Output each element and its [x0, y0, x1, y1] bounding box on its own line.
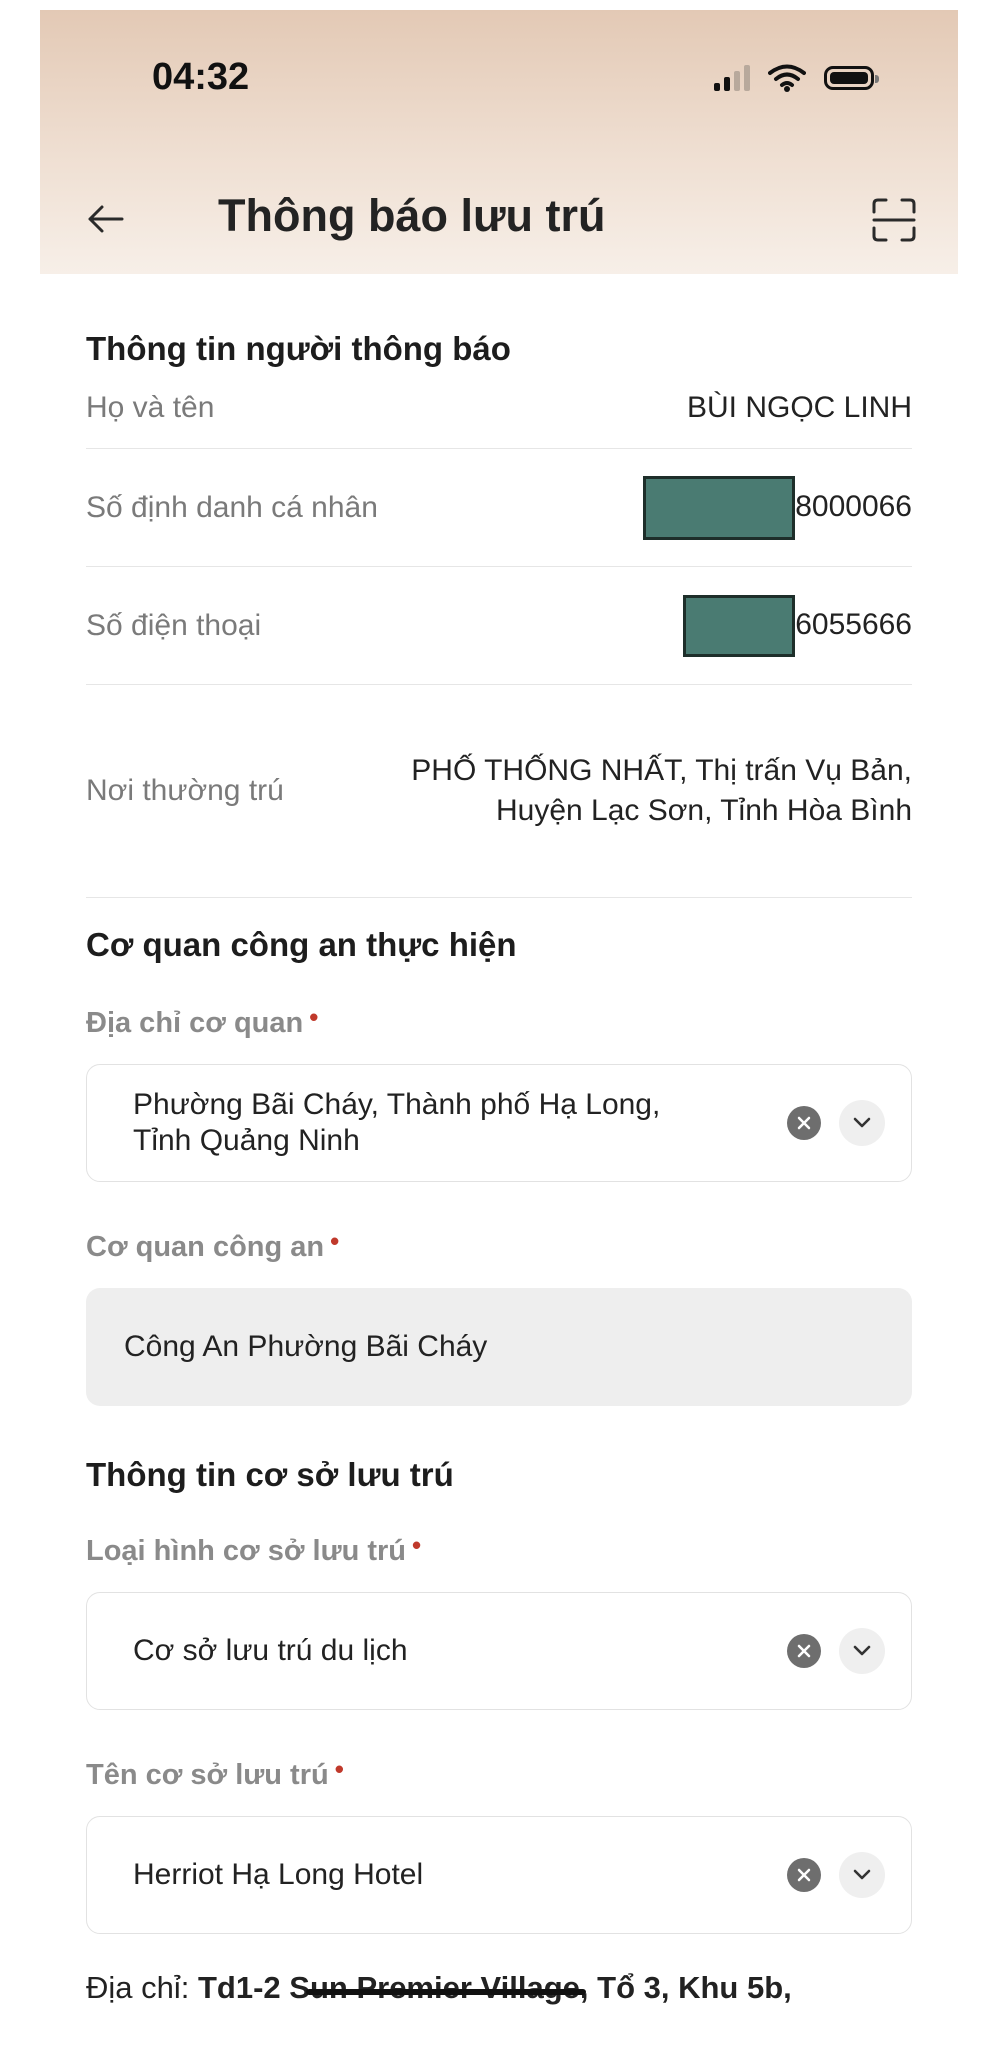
- scan-icon: [872, 198, 916, 242]
- section-title-accommodation: Thông tin cơ sở lưu trú: [86, 1456, 454, 1493]
- permanent-address-line2: Huyện Lạc Sơn, Tỉnh Hòa Bình: [495, 794, 912, 827]
- clear-icon[interactable]: [787, 1634, 821, 1668]
- agency-address-line1: Phường Bãi Cháy, Thành phố Hạ Long,: [133, 1088, 661, 1121]
- police-station-field: Công An Phường Bãi Cháy: [86, 1288, 912, 1406]
- wifi-icon: [768, 64, 806, 92]
- required-marker: •: [309, 1002, 319, 1032]
- back-button[interactable]: [78, 192, 132, 246]
- cellular-signal-icon: [714, 65, 750, 91]
- accommodation-name-select[interactable]: Herriot Hạ Long Hotel: [86, 1816, 912, 1934]
- chevron-down-icon: [853, 1117, 871, 1128]
- x-icon: [797, 1116, 811, 1130]
- x-icon: [797, 1644, 811, 1658]
- row-phone: Số điện thoại 6055666: [86, 567, 912, 685]
- full-name-label: Họ và tên: [86, 391, 215, 424]
- row-full-name: Họ và tên BÙI NGỌC LINH: [86, 368, 912, 449]
- chevron-down-button[interactable]: [839, 1852, 885, 1898]
- accommodation-name-label-text: Tên cơ sở lưu trú: [86, 1759, 329, 1791]
- redaction-block: [643, 475, 796, 540]
- agency-address-label-text: Địa chỉ cơ quan: [86, 1007, 304, 1039]
- address-prefix: Địa chỉ:: [86, 1970, 190, 2005]
- section-title-notifier: Thông tin người thông báo: [86, 330, 511, 367]
- accommodation-type-select[interactable]: Cơ sở lưu trú du lịch: [86, 1592, 912, 1710]
- form-content: Thông tin người thông báo Họ và tên BÙI …: [86, 274, 912, 2006]
- chevron-down-button[interactable]: [839, 1628, 885, 1674]
- header-bar: 04:32 Thông báo lưu trú: [40, 10, 958, 274]
- battery-icon: [824, 66, 879, 90]
- select-actions: [787, 1628, 885, 1674]
- address-part-1: Td1-2 S: [198, 1970, 310, 2005]
- x-icon: [797, 1868, 811, 1882]
- police-station-value: Công An Phường Bãi Cháy: [124, 1330, 488, 1363]
- clear-icon[interactable]: [787, 1858, 821, 1892]
- status-icons: [714, 64, 879, 92]
- page-title: Thông báo lưu trú: [218, 190, 606, 241]
- accommodation-type-label-text: Loại hình cơ sở lưu trú: [86, 1535, 407, 1567]
- chevron-down-icon: [853, 1645, 871, 1656]
- status-time: 04:32: [152, 56, 250, 98]
- required-marker: •: [334, 1754, 344, 1784]
- accommodation-name-label: Tên cơ sở lưu trú •: [86, 1754, 912, 1792]
- required-marker: •: [330, 1226, 340, 1256]
- police-station-label-text: Cơ quan công an: [86, 1231, 325, 1263]
- phone-label: Số điện thoại: [86, 608, 262, 642]
- id-number-field: 8000066: [643, 475, 912, 540]
- permanent-address-value: PHỐ THỐNG NHẤT, Thị trấn Vụ Bản, Huyện L…: [411, 751, 912, 831]
- accommodation-name-value: Herriot Hạ Long Hotel: [133, 1858, 424, 1891]
- scan-button[interactable]: [864, 190, 924, 250]
- arrow-left-icon: [88, 205, 124, 233]
- redaction-block: [683, 594, 796, 657]
- permanent-address-label: Nơi thường trú: [86, 774, 284, 807]
- id-number-label: Số định danh cá nhân: [86, 490, 378, 524]
- required-marker: •: [412, 1530, 422, 1560]
- section-title-police: Cơ quan công an thực hiện: [86, 926, 517, 963]
- row-permanent-address: Nơi thường trú PHỐ THỐNG NHẤT, Thị trấn …: [86, 685, 912, 898]
- select-actions: [787, 1100, 885, 1146]
- chevron-down-button[interactable]: [839, 1100, 885, 1146]
- phone-value: 6055666: [795, 607, 912, 641]
- phone-field: 6055666: [683, 594, 912, 657]
- agency-address-value: Phường Bãi Cháy, Thành phố Hạ Long, Tỉnh…: [133, 1087, 660, 1159]
- police-station-label: Cơ quan công an •: [86, 1226, 912, 1264]
- agency-address-label: Địa chỉ cơ quan •: [86, 1002, 912, 1040]
- agency-address-select[interactable]: Phường Bãi Cháy, Thành phố Hạ Long, Tỉnh…: [86, 1064, 912, 1182]
- chevron-down-icon: [853, 1869, 871, 1880]
- accommodation-type-value: Cơ sở lưu trú du lịch: [133, 1634, 408, 1667]
- address-part-3: , Tổ 3, Khu 5b,: [579, 1970, 792, 2005]
- accommodation-type-label: Loại hình cơ sở lưu trú •: [86, 1530, 912, 1568]
- clear-icon[interactable]: [787, 1106, 821, 1140]
- agency-address-line2: Tỉnh Quảng Ninh: [133, 1124, 360, 1157]
- address-part-redacted: un Premier Village: [305, 1970, 586, 2005]
- id-number-value: 8000066: [795, 489, 912, 523]
- row-id-number: Số định danh cá nhân 8000066: [86, 449, 912, 567]
- accommodation-address: Địa chỉ: Td1-2 Sun Premier Village, Tổ 3…: [86, 1970, 912, 2006]
- full-name-value: BÙI NGỌC LINH: [686, 391, 912, 424]
- permanent-address-line1: PHỐ THỐNG NHẤT, Thị trấn Vụ Bản,: [411, 754, 912, 787]
- select-actions: [787, 1852, 885, 1898]
- app-screen: 04:32 Thông báo lưu trú Thông tin người …: [40, 10, 958, 2053]
